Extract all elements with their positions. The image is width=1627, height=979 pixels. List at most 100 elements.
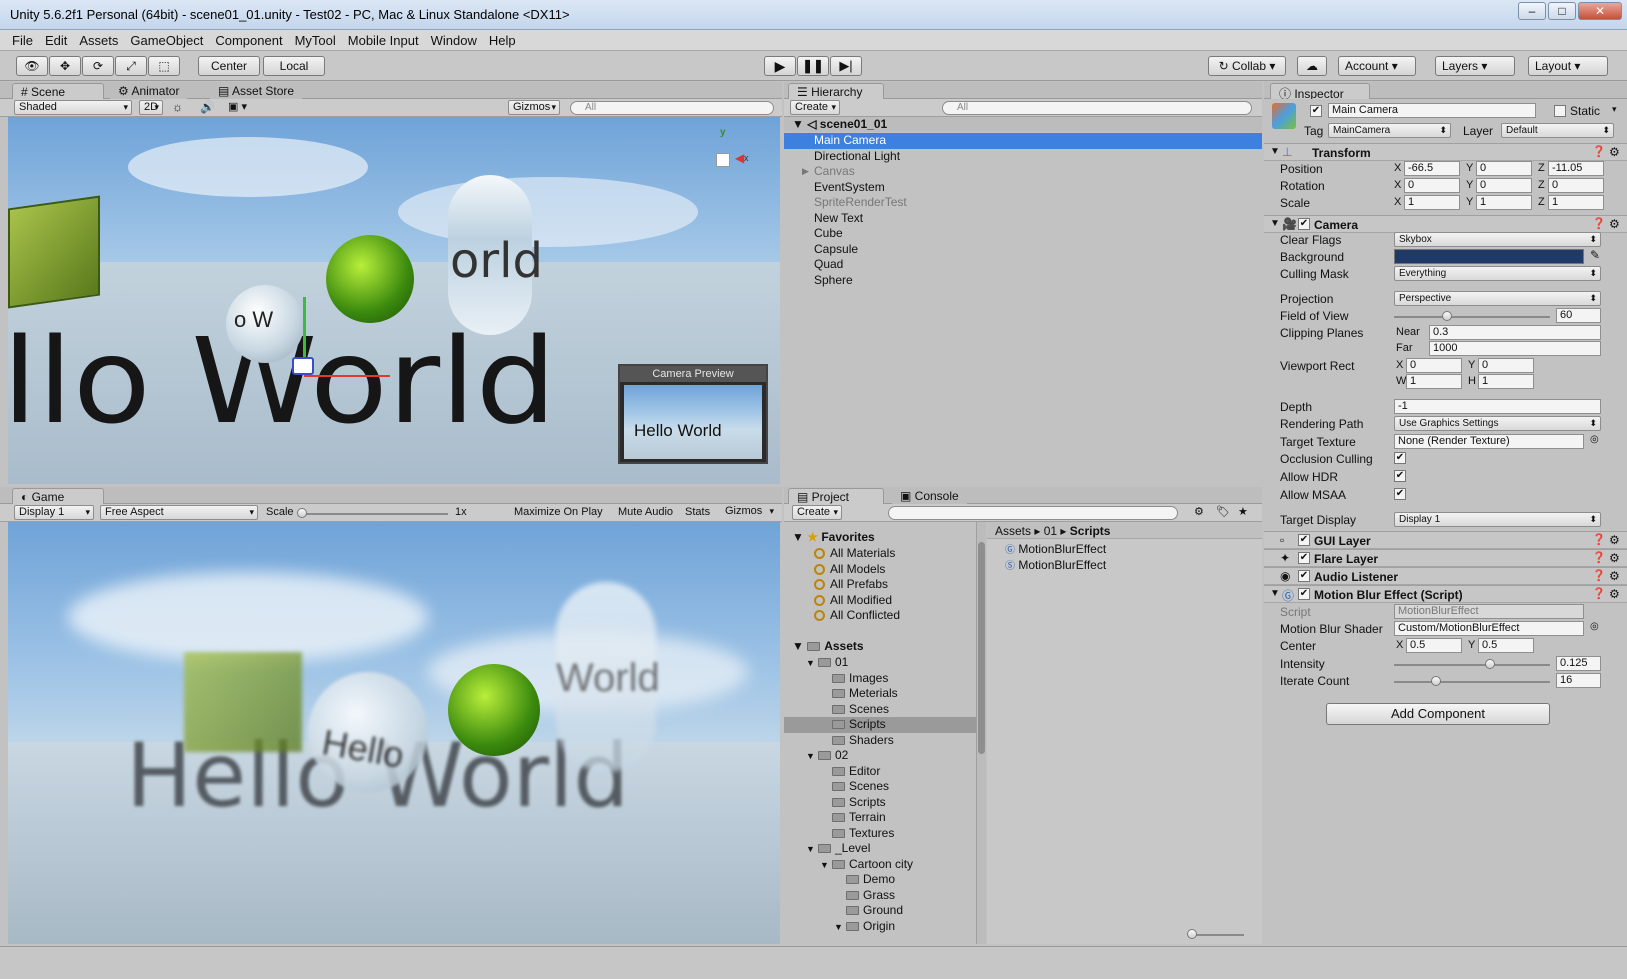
hierarchy-item[interactable]: ▶ Canvas bbox=[784, 164, 1262, 180]
layer-dropdown[interactable]: Default bbox=[1501, 123, 1614, 138]
tab-console[interactable]: ▣ Console bbox=[892, 488, 967, 504]
favorite-item[interactable]: All Models bbox=[814, 562, 900, 578]
view-tool-eye-icon[interactable]: 👁 bbox=[16, 56, 48, 76]
camera-header[interactable]: ▼ 🎥 ✔ Camera ❓ ⚙ bbox=[1264, 215, 1627, 233]
tab-asset-store[interactable]: ▤ Asset Store bbox=[210, 83, 303, 99]
hierarchy-item[interactable]: Capsule bbox=[784, 242, 1262, 258]
favorite-item[interactable]: All Conflicted bbox=[814, 608, 900, 624]
lighting-icon[interactable]: ☼ bbox=[172, 100, 183, 114]
mute-audio-toggle[interactable]: Mute Audio bbox=[618, 506, 673, 518]
component-header[interactable]: ▫ ✔ GUI Layer ❓ ⚙ bbox=[1264, 531, 1627, 549]
scene-sphere[interactable] bbox=[326, 235, 414, 323]
folder-item[interactable]: Meterials bbox=[784, 686, 976, 702]
center-x-field[interactable]: 0.5 bbox=[1406, 638, 1462, 653]
object-picker-icon[interactable]: ◎ bbox=[1590, 434, 1599, 445]
hierarchy-scene-row[interactable]: ▼ ◁ scene01_01 bbox=[784, 117, 1262, 132]
rotate-tool-icon[interactable]: ⟳ bbox=[82, 56, 114, 76]
hierarchy-create-dropdown[interactable]: Create bbox=[790, 100, 840, 115]
folder-item[interactable]: ▼ 02 bbox=[784, 748, 976, 764]
scene-view[interactable]: llo World orld o W y ◀ x Camera Preview … bbox=[8, 117, 780, 484]
menu-gameobject[interactable]: GameObject bbox=[124, 31, 209, 52]
menu-window[interactable]: Window bbox=[425, 31, 483, 52]
expand-arrow-icon[interactable]: ▼ bbox=[834, 920, 846, 936]
target-texture-field[interactable]: None (Render Texture) bbox=[1394, 434, 1584, 449]
static-dropdown-arrow[interactable]: ▾ bbox=[1612, 104, 1617, 115]
folder-item[interactable]: Ground bbox=[784, 903, 976, 919]
position-z-field[interactable]: -11.05 bbox=[1548, 161, 1604, 176]
file-item[interactable]: Ⓢ MotionBlurEffect bbox=[1005, 558, 1106, 575]
folder-item[interactable]: Grass bbox=[784, 888, 976, 904]
add-component-button[interactable]: Add Component bbox=[1326, 703, 1550, 725]
scene-capsule[interactable]: orld bbox=[448, 175, 543, 335]
folder-item[interactable]: Scripts bbox=[784, 795, 976, 811]
file-item[interactable]: Ⓖ MotionBlurEffect bbox=[1005, 542, 1106, 559]
iterate-count-slider-thumb[interactable] bbox=[1430, 676, 1441, 686]
minimize-button[interactable]: – bbox=[1518, 2, 1546, 20]
gear-icon[interactable]: ⚙ bbox=[1609, 217, 1620, 231]
scale-slider-thumb[interactable] bbox=[297, 508, 307, 518]
rect-tool-icon[interactable]: ⬚ bbox=[148, 56, 180, 76]
eyedropper-icon[interactable]: ✎ bbox=[1590, 248, 1600, 262]
expand-arrow-icon[interactable]: ▼ bbox=[806, 842, 818, 858]
hierarchy-item[interactable]: Quad bbox=[784, 257, 1262, 273]
intensity-slider[interactable] bbox=[1394, 664, 1550, 666]
target-display-dropdown[interactable]: Display 1 bbox=[1394, 512, 1601, 527]
fov-field[interactable]: 60 bbox=[1556, 308, 1601, 323]
folder-item[interactable]: Images bbox=[784, 671, 976, 687]
component-header[interactable]: ◉ ✔ Audio Listener ❓ ⚙ bbox=[1264, 567, 1627, 585]
viewport-h-field[interactable]: 1 bbox=[1478, 374, 1534, 389]
viewport-y-field[interactable]: 0 bbox=[1478, 358, 1534, 373]
cloud-icon[interactable]: ☁ bbox=[1297, 56, 1327, 76]
folder-item[interactable]: ▼ Cartoon city bbox=[784, 857, 976, 873]
project-create-dropdown[interactable]: Create bbox=[792, 505, 842, 520]
hierarchy-item[interactable]: Cube bbox=[784, 226, 1262, 242]
position-x-field[interactable]: -66.5 bbox=[1404, 161, 1460, 176]
hierarchy-item[interactable]: SpriteRenderTest bbox=[784, 195, 1262, 211]
help-icon[interactable]: ❓ bbox=[1592, 569, 1606, 582]
close-button[interactable]: ✕ bbox=[1578, 2, 1622, 20]
scale-tool-icon[interactable]: ⤢ bbox=[115, 56, 147, 76]
hierarchy-search-input[interactable]: All bbox=[942, 101, 1252, 115]
menu-file[interactable]: File bbox=[6, 31, 39, 52]
intensity-slider-thumb[interactable] bbox=[1484, 659, 1495, 669]
intensity-field[interactable]: 0.125 bbox=[1556, 656, 1601, 671]
scene-gizmos-dropdown[interactable]: Gizmos bbox=[508, 100, 560, 115]
gear-icon[interactable]: ⚙ bbox=[1609, 145, 1620, 159]
gear-icon[interactable]: ⚙ bbox=[1609, 533, 1620, 547]
audio-icon[interactable]: 🔊 bbox=[200, 100, 215, 114]
tab-game[interactable]: ◐ Game bbox=[12, 488, 104, 504]
hierarchy-item[interactable]: Sphere bbox=[784, 273, 1262, 289]
help-icon[interactable]: ❓ bbox=[1592, 217, 1606, 230]
culling-mask-dropdown[interactable]: Everything bbox=[1394, 266, 1601, 281]
fov-slider[interactable] bbox=[1394, 316, 1550, 318]
expand-arrow-icon[interactable]: ▼ bbox=[806, 749, 818, 765]
rotation-y-field[interactable]: 0 bbox=[1476, 178, 1532, 193]
shading-mode-dropdown[interactable]: Shaded bbox=[14, 100, 132, 115]
assets-header[interactable]: ▼ Assets bbox=[792, 639, 864, 655]
maximize-button[interactable]: □ bbox=[1548, 2, 1576, 20]
2d-toggle[interactable]: 2D bbox=[139, 100, 163, 115]
favorite-item[interactable]: All Modified bbox=[814, 593, 900, 609]
gear-icon[interactable]: ⚙ bbox=[1609, 569, 1620, 583]
menu-component[interactable]: Component bbox=[209, 31, 288, 52]
folder-item[interactable]: ▼ Origin bbox=[784, 919, 976, 935]
tab-hierarchy[interactable]: ☰ Hierarchy bbox=[788, 83, 884, 99]
active-checkbox[interactable]: ✔ bbox=[1310, 105, 1322, 117]
projection-dropdown[interactable]: Perspective bbox=[1394, 291, 1601, 306]
allow-hdr-checkbox[interactable]: ✔ bbox=[1394, 470, 1406, 482]
position-y-field[interactable]: 0 bbox=[1476, 161, 1532, 176]
transform-header[interactable]: ▼ ⊥ Transform ❓ ⚙ bbox=[1264, 143, 1627, 161]
layout-dropdown[interactable]: Layout ▾ bbox=[1528, 56, 1608, 76]
folder-item[interactable]: Demo bbox=[784, 872, 976, 888]
viewport-w-field[interactable]: 1 bbox=[1406, 374, 1462, 389]
maximize-on-play-toggle[interactable]: Maximize On Play bbox=[514, 506, 603, 518]
folder-item[interactable]: Shaders bbox=[784, 733, 976, 749]
account-dropdown[interactable]: Account ▾ bbox=[1338, 56, 1416, 76]
game-view[interactable]: Hello World Hello World bbox=[8, 522, 780, 944]
fov-slider-thumb[interactable] bbox=[1442, 311, 1453, 321]
play-button[interactable]: ▶ bbox=[764, 56, 796, 76]
orientation-gizmo[interactable]: y ◀ x bbox=[698, 127, 750, 187]
effects-icon[interactable]: ▣ ▾ bbox=[228, 100, 247, 113]
icon-size-slider[interactable] bbox=[1192, 934, 1244, 936]
rendering-path-dropdown[interactable]: Use Graphics Settings bbox=[1394, 416, 1601, 431]
